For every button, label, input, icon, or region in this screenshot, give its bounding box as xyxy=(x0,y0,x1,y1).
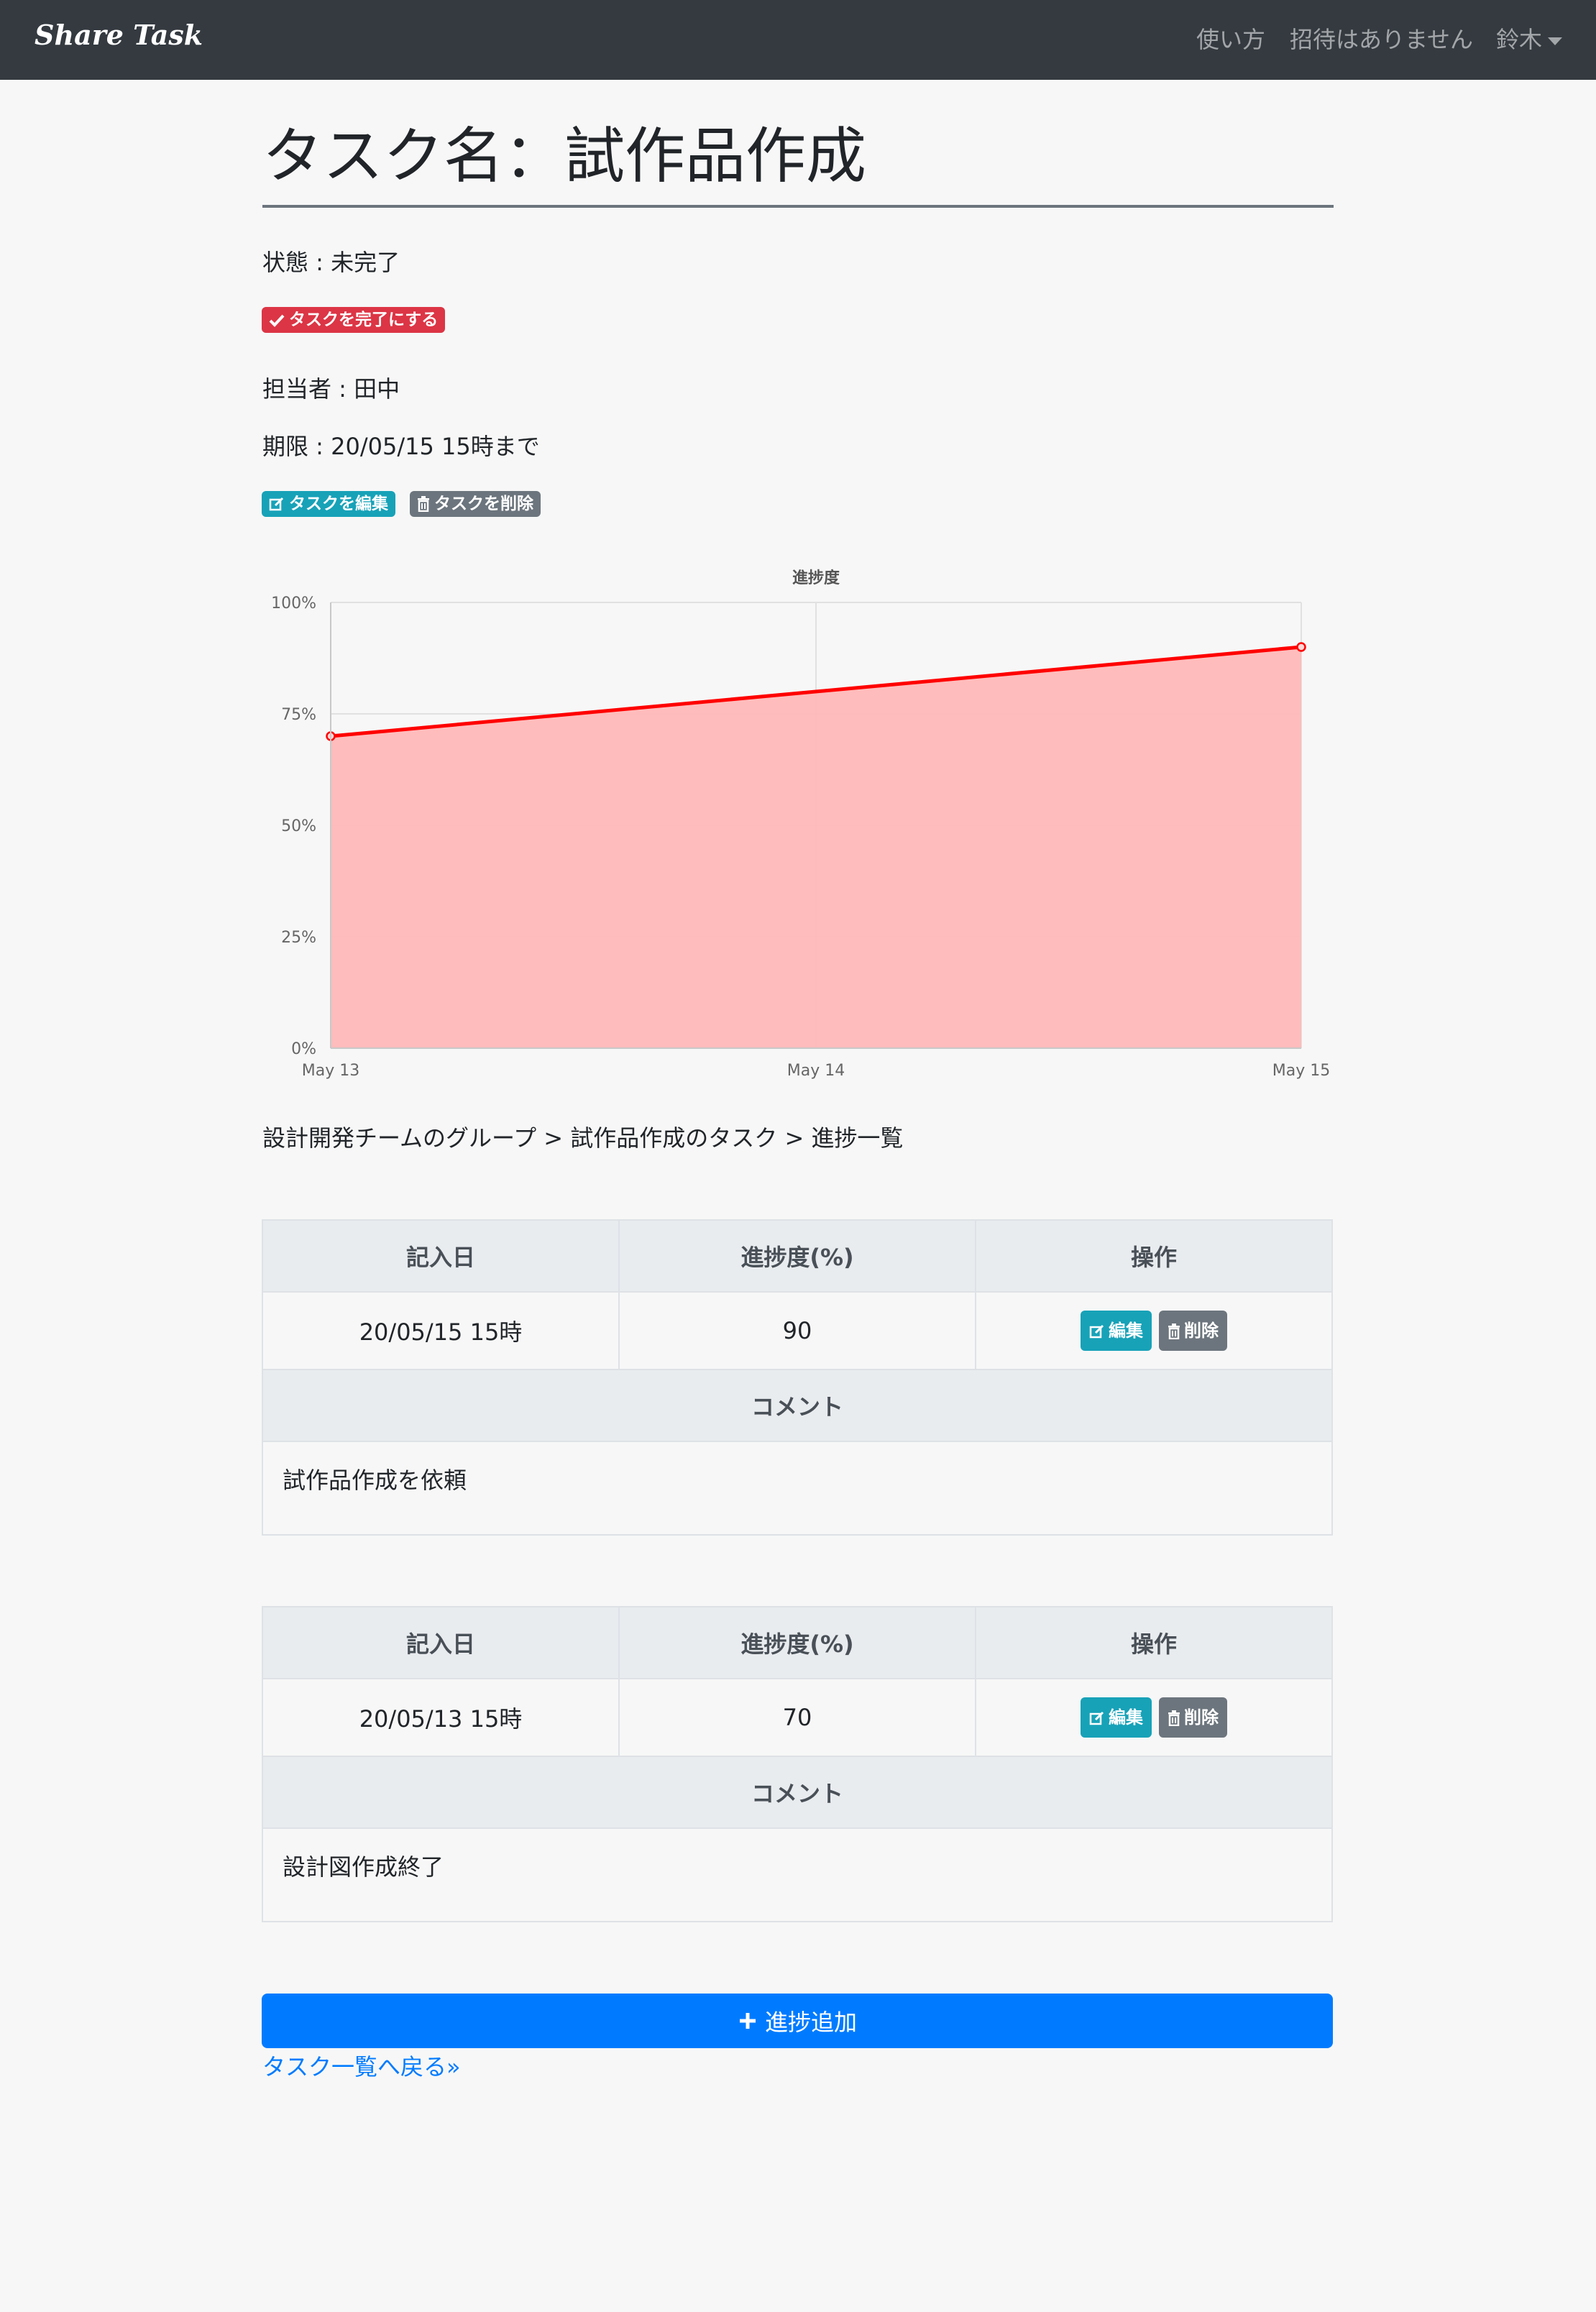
complete-task-label: タスクを完了にする xyxy=(289,311,439,329)
title-divider xyxy=(262,205,1334,208)
task-deadline: 期限 : 20/05/15 15時まで xyxy=(262,433,540,460)
add-progress-button[interactable]: 進捗追加 xyxy=(262,1994,1333,2048)
progress-entry-table: 記入日 進捗度(%) 操作 20/05/15 15時 90 編集 削除 コメント… xyxy=(262,1219,1333,1536)
complete-task-button[interactable]: タスクを完了にする xyxy=(262,307,446,333)
delete-entry-button[interactable]: 削除 xyxy=(1159,1311,1227,1351)
entry-comment: 試作品作成を依頼 xyxy=(283,1467,467,1494)
caret-down-icon xyxy=(1548,37,1563,45)
edit-icon xyxy=(1089,1711,1104,1725)
chart-data-point xyxy=(1296,642,1306,652)
trash-icon xyxy=(1168,1710,1180,1727)
page-title: タスク名：試作品作成 xyxy=(262,121,867,191)
header-comment: コメント xyxy=(263,1757,1331,1827)
edit-task-button[interactable]: タスクを編集 xyxy=(262,491,395,517)
chart-y-tick-label: 0% xyxy=(291,1040,316,1058)
entry-actions: 編集 削除 xyxy=(976,1293,1331,1369)
progress-chart: 進捗度 0% 25% 50% 75% 100% May 13 May 14 May 15 xyxy=(271,569,1330,1080)
entry-comment: 設計図作成終了 xyxy=(283,1853,444,1881)
header-progress: 進捗度(%) xyxy=(620,1607,976,1678)
nav-invite-link[interactable]: 招待はありません xyxy=(1290,22,1473,55)
chart-title: 進捗度 xyxy=(792,569,840,587)
edit-task-label: タスクを編集 xyxy=(289,495,388,513)
delete-entry-button[interactable]: 削除 xyxy=(1159,1697,1227,1738)
header-comment: コメント xyxy=(263,1370,1331,1441)
chart-y-tick-label: 75% xyxy=(281,706,316,724)
chart-y-tick-label: 25% xyxy=(281,929,316,947)
delete-entry-label: 削除 xyxy=(1184,1321,1219,1341)
breadcrumb: 設計開発チームのグループ > 試作品作成のタスク > 進捗一覧 xyxy=(262,1124,904,1152)
navbar: Share Task 使い方 招待はありません 鈴木 xyxy=(0,0,1596,80)
edit-entry-label: 編集 xyxy=(1109,1321,1143,1341)
task-status: 状態 : 未完了 xyxy=(262,249,400,276)
entry-progress: 70 xyxy=(620,1679,976,1756)
task-assignee: 担当者 : 田中 xyxy=(262,375,400,403)
chart-y-tick-label: 100% xyxy=(271,595,316,613)
brand-logo[interactable]: Share Task xyxy=(35,19,203,51)
chart-area-fill xyxy=(331,647,1301,1048)
entry-date: 20/05/15 15時 xyxy=(263,1293,620,1369)
chart-x-tick-label: May 14 xyxy=(787,1062,845,1080)
delete-task-button[interactable]: タスクを削除 xyxy=(410,491,541,517)
edit-entry-label: 編集 xyxy=(1109,1707,1143,1728)
edit-entry-button[interactable]: 編集 xyxy=(1081,1311,1152,1351)
user-name: 鈴木 xyxy=(1496,26,1543,53)
trash-icon xyxy=(1168,1324,1180,1340)
entry-actions: 編集 削除 xyxy=(976,1679,1331,1756)
delete-task-label: タスクを削除 xyxy=(434,495,533,513)
header-actions: 操作 xyxy=(976,1221,1331,1291)
chart-y-tick-label: 50% xyxy=(281,817,316,835)
header-date: 記入日 xyxy=(263,1221,620,1291)
edit-entry-button[interactable]: 編集 xyxy=(1081,1697,1152,1738)
chart-x-tick-label: May 15 xyxy=(1272,1062,1330,1080)
header-date: 記入日 xyxy=(263,1607,620,1678)
check-icon xyxy=(269,314,285,327)
header-progress: 進捗度(%) xyxy=(620,1221,976,1291)
back-to-task-list-link[interactable]: タスク一覧へ戻る» xyxy=(262,2049,461,2082)
entry-date: 20/05/13 15時 xyxy=(263,1679,620,1756)
progress-entry-table: 記入日 進捗度(%) 操作 20/05/13 15時 70 編集 削除 コメント… xyxy=(262,1606,1333,1922)
add-progress-label: 進捗追加 xyxy=(764,2009,857,2036)
trash-icon xyxy=(418,496,429,513)
plus-icon xyxy=(739,2013,756,2029)
edit-icon xyxy=(269,497,284,511)
edit-icon xyxy=(1089,1324,1104,1339)
entry-progress: 90 xyxy=(620,1293,976,1369)
user-dropdown[interactable]: 鈴木 xyxy=(1496,22,1563,55)
delete-entry-label: 削除 xyxy=(1184,1707,1219,1728)
chart-x-tick-label: May 13 xyxy=(302,1062,359,1080)
nav-howto-link[interactable]: 使い方 xyxy=(1196,22,1265,55)
header-actions: 操作 xyxy=(976,1607,1331,1678)
